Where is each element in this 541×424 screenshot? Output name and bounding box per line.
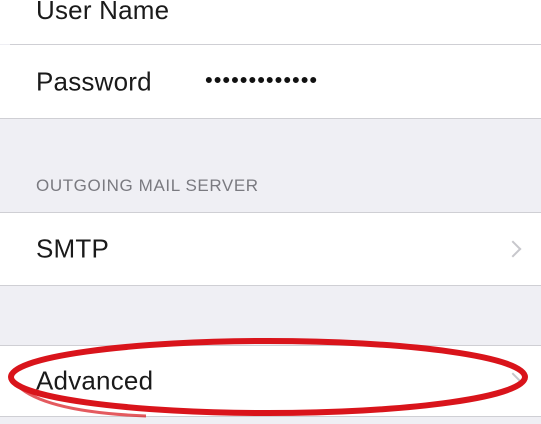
smtp-row[interactable]: SMTP bbox=[0, 213, 541, 285]
advanced-row[interactable]: Advanced bbox=[0, 346, 541, 416]
smtp-label: SMTP bbox=[36, 233, 110, 264]
group-bottom-border bbox=[0, 285, 541, 286]
chevron-right-icon bbox=[504, 240, 522, 258]
chevron-right-icon bbox=[504, 372, 522, 390]
group-bottom-border bbox=[0, 416, 541, 417]
advanced-label: Advanced bbox=[36, 365, 154, 396]
password-field[interactable]: ••••••••••••• bbox=[205, 67, 318, 93]
group-bottom-border bbox=[0, 118, 541, 119]
user-name-label: User Name bbox=[36, 0, 170, 25]
user-name-row[interactable]: User Name bbox=[0, 0, 541, 44]
password-label: Password bbox=[36, 66, 152, 96]
password-row[interactable]: Password ••••••••••••• bbox=[0, 45, 541, 118]
outgoing-mail-server-header: OUTGOING MAIL SERVER bbox=[36, 176, 259, 195]
mail-account-settings-screen: User Name Password ••••••••••••• OUTGOIN… bbox=[0, 0, 541, 424]
